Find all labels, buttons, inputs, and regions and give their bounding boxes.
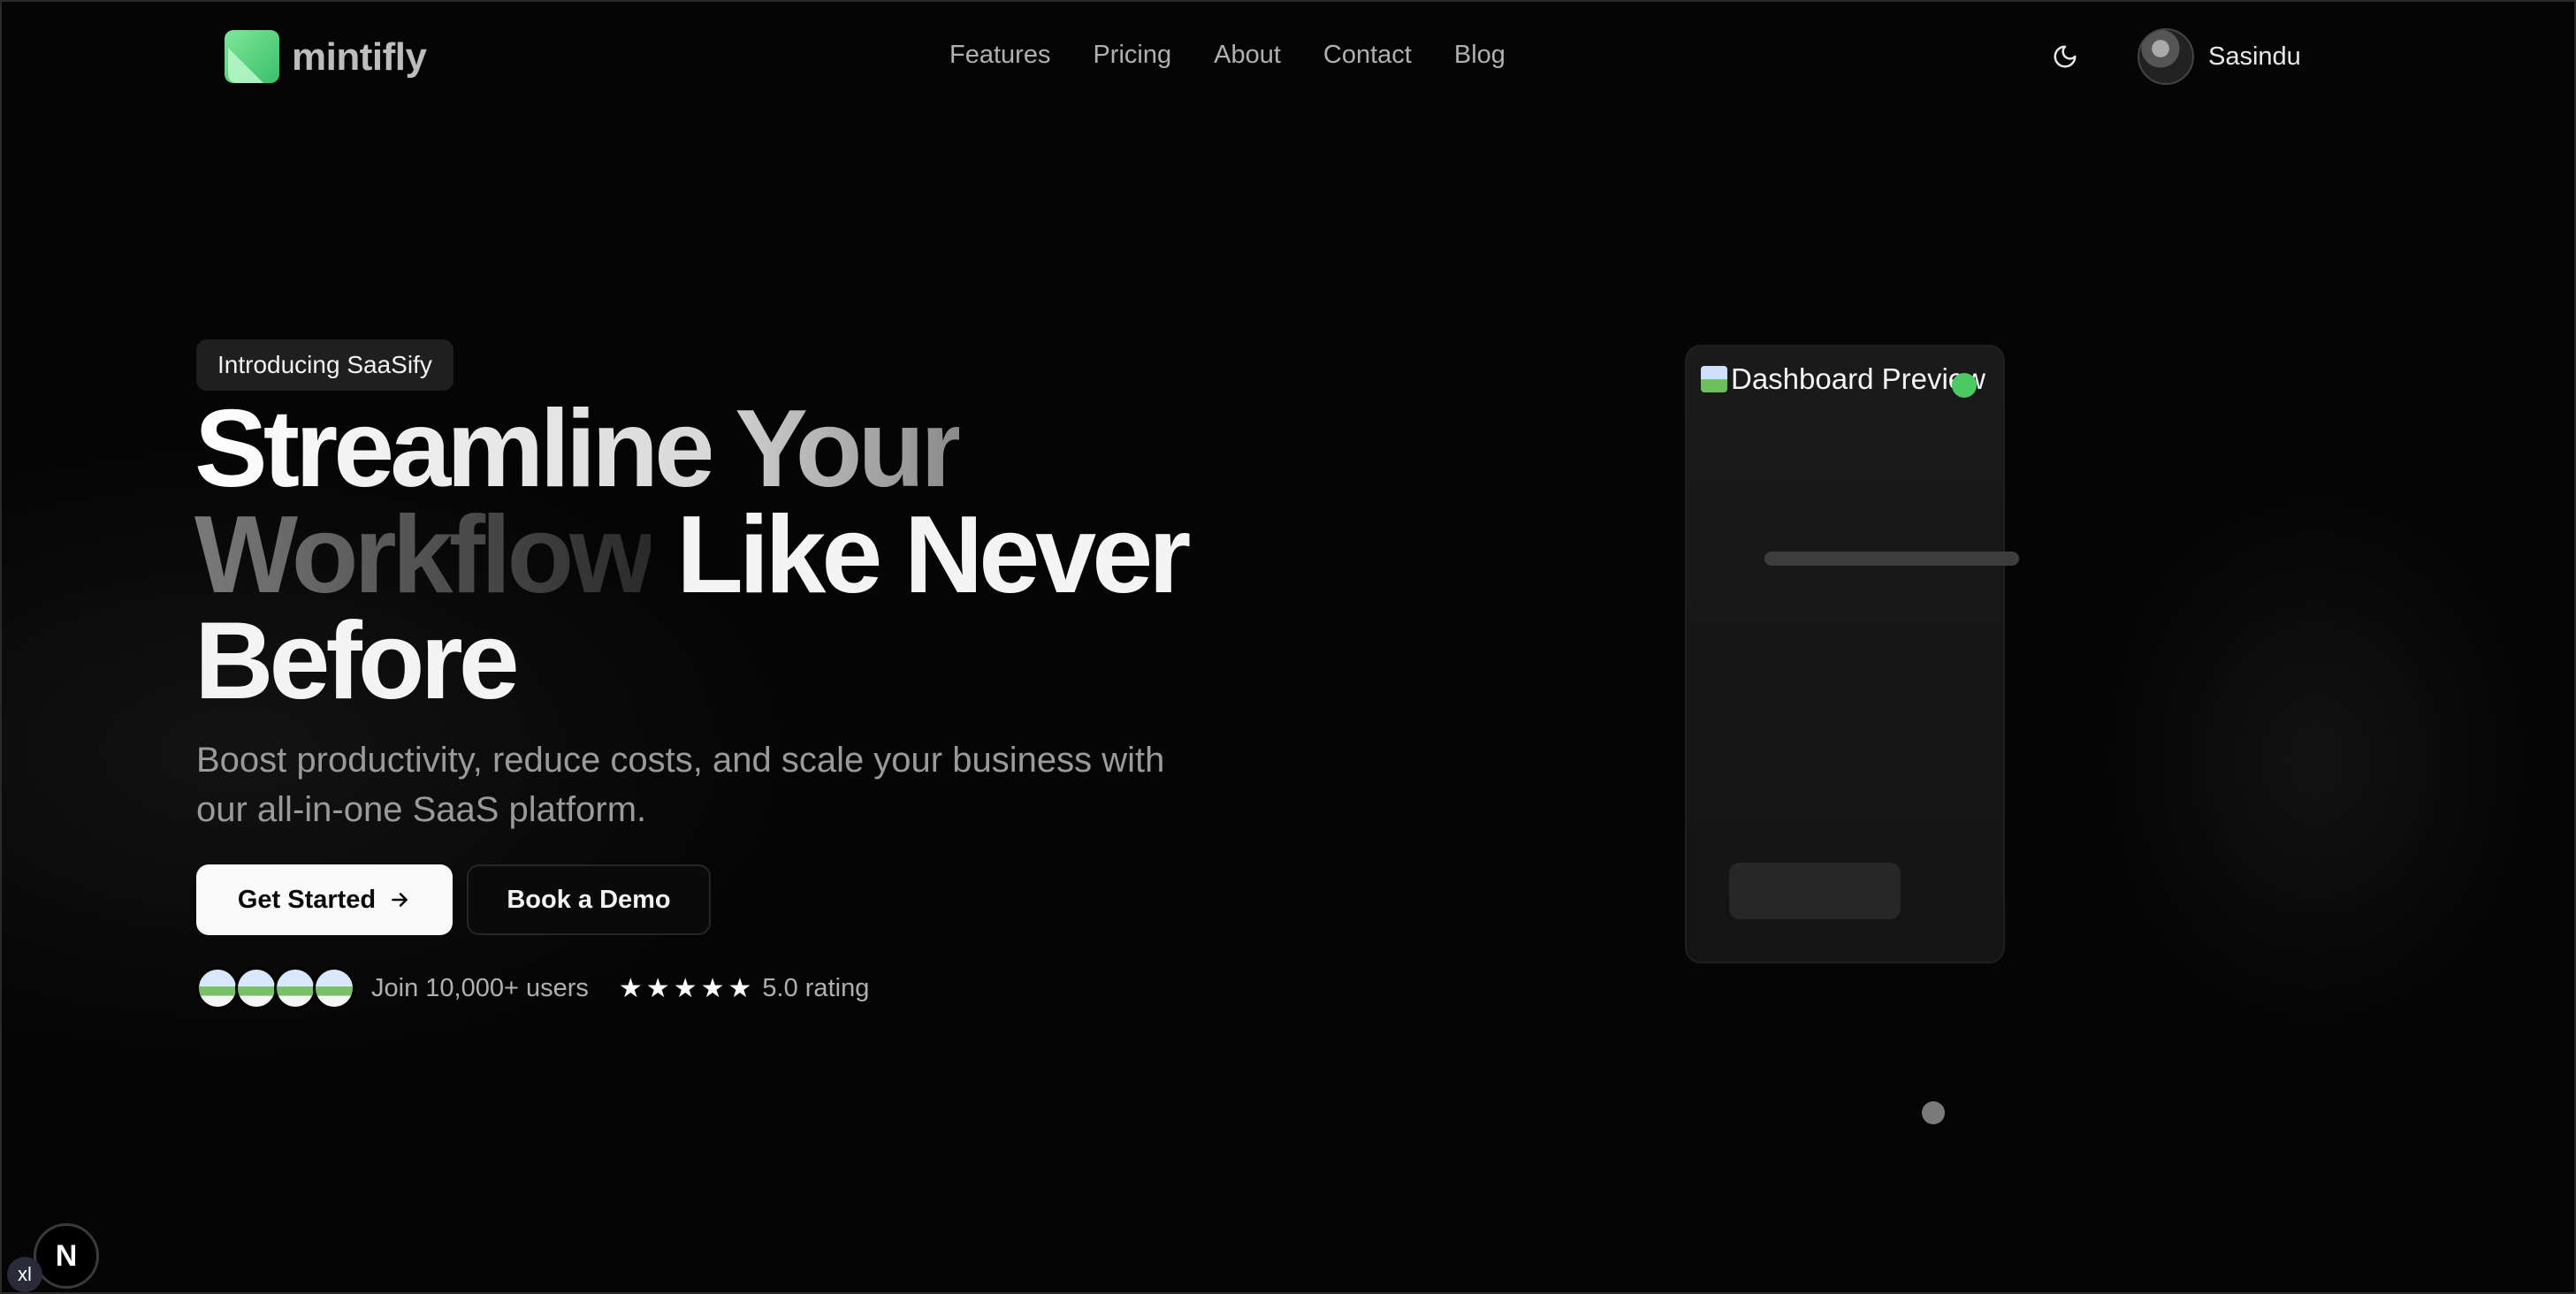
carousel-dot[interactable]	[1922, 1101, 1945, 1124]
broken-image-icon	[1701, 366, 1727, 392]
nav-link-about[interactable]: About	[1214, 41, 1281, 70]
preview-bar	[1764, 552, 2019, 566]
nav-link-blog[interactable]: Blog	[1454, 41, 1505, 70]
user-avatar-stack	[196, 967, 355, 1009]
user-name: Sasindu	[2208, 42, 2301, 71]
headline-word-workflow: Workflow	[194, 494, 655, 616]
book-demo-button[interactable]: Book a Demo	[467, 864, 711, 935]
brand-name: mintifly	[292, 35, 427, 79]
intro-badge: Introducing SaaSify	[196, 339, 453, 391]
background-glow-right	[2104, 495, 2528, 1025]
nav-link-contact[interactable]: Contact	[1323, 41, 1412, 70]
hero-subtitle: Boost productivity, reduce costs, and sc…	[196, 741, 1165, 829]
get-started-label: Get Started	[237, 885, 377, 914]
brand-logo[interactable]: mintifly	[225, 30, 427, 85]
nav-link-pricing[interactable]: Pricing	[1093, 41, 1171, 70]
moon-icon	[2054, 45, 2077, 68]
nav-link-features[interactable]: Features	[949, 41, 1050, 70]
mintifly-logo-icon	[225, 30, 281, 85]
social-avatar	[274, 967, 316, 1009]
star-icon: ★	[673, 973, 697, 1003]
main-nav: Features Pricing About Contact Blog	[949, 41, 1505, 70]
breakpoint-badge: xl	[7, 1257, 42, 1292]
arrow-right-icon	[392, 893, 408, 907]
user-menu[interactable]: Sasindu	[2138, 28, 2301, 85]
star-icon: ★	[700, 973, 725, 1003]
dashboard-preview-image: Dashboard Preview	[1701, 362, 1985, 396]
nextjs-dev-badge[interactable]: N	[34, 1223, 99, 1289]
status-dot	[1952, 373, 1977, 398]
headline-word-streamline: Streamline	[194, 388, 715, 510]
star-icon: ★	[728, 973, 752, 1003]
social-avatar	[313, 967, 355, 1009]
get-started-button[interactable]: Get Started	[196, 864, 453, 935]
dashboard-preview-alt-text: Dashboard Preview	[1731, 362, 1985, 395]
star-rating: ★ ★ ★ ★ ★	[619, 973, 752, 1004]
social-avatar	[235, 967, 278, 1009]
hero-headline: Streamline Your Workflow Like Never Befo…	[194, 394, 1255, 716]
preview-block	[1729, 863, 1901, 919]
social-proof: Join 10,000+ users ★ ★ ★ ★ ★ 5.0 rating	[196, 967, 869, 1009]
theme-toggle-button[interactable]	[2047, 39, 2083, 74]
star-icon: ★	[618, 973, 643, 1003]
rating-text: 5.0 rating	[762, 973, 870, 1002]
join-users-text: Join 10,000+ users	[371, 973, 589, 1002]
social-avatar	[196, 967, 239, 1009]
user-avatar	[2138, 28, 2194, 85]
headline-word-your: Your	[735, 388, 963, 510]
headline-word-like-never: Like Never	[676, 494, 1191, 616]
headline-word-before: Before	[194, 600, 520, 722]
star-icon: ★	[645, 973, 670, 1003]
